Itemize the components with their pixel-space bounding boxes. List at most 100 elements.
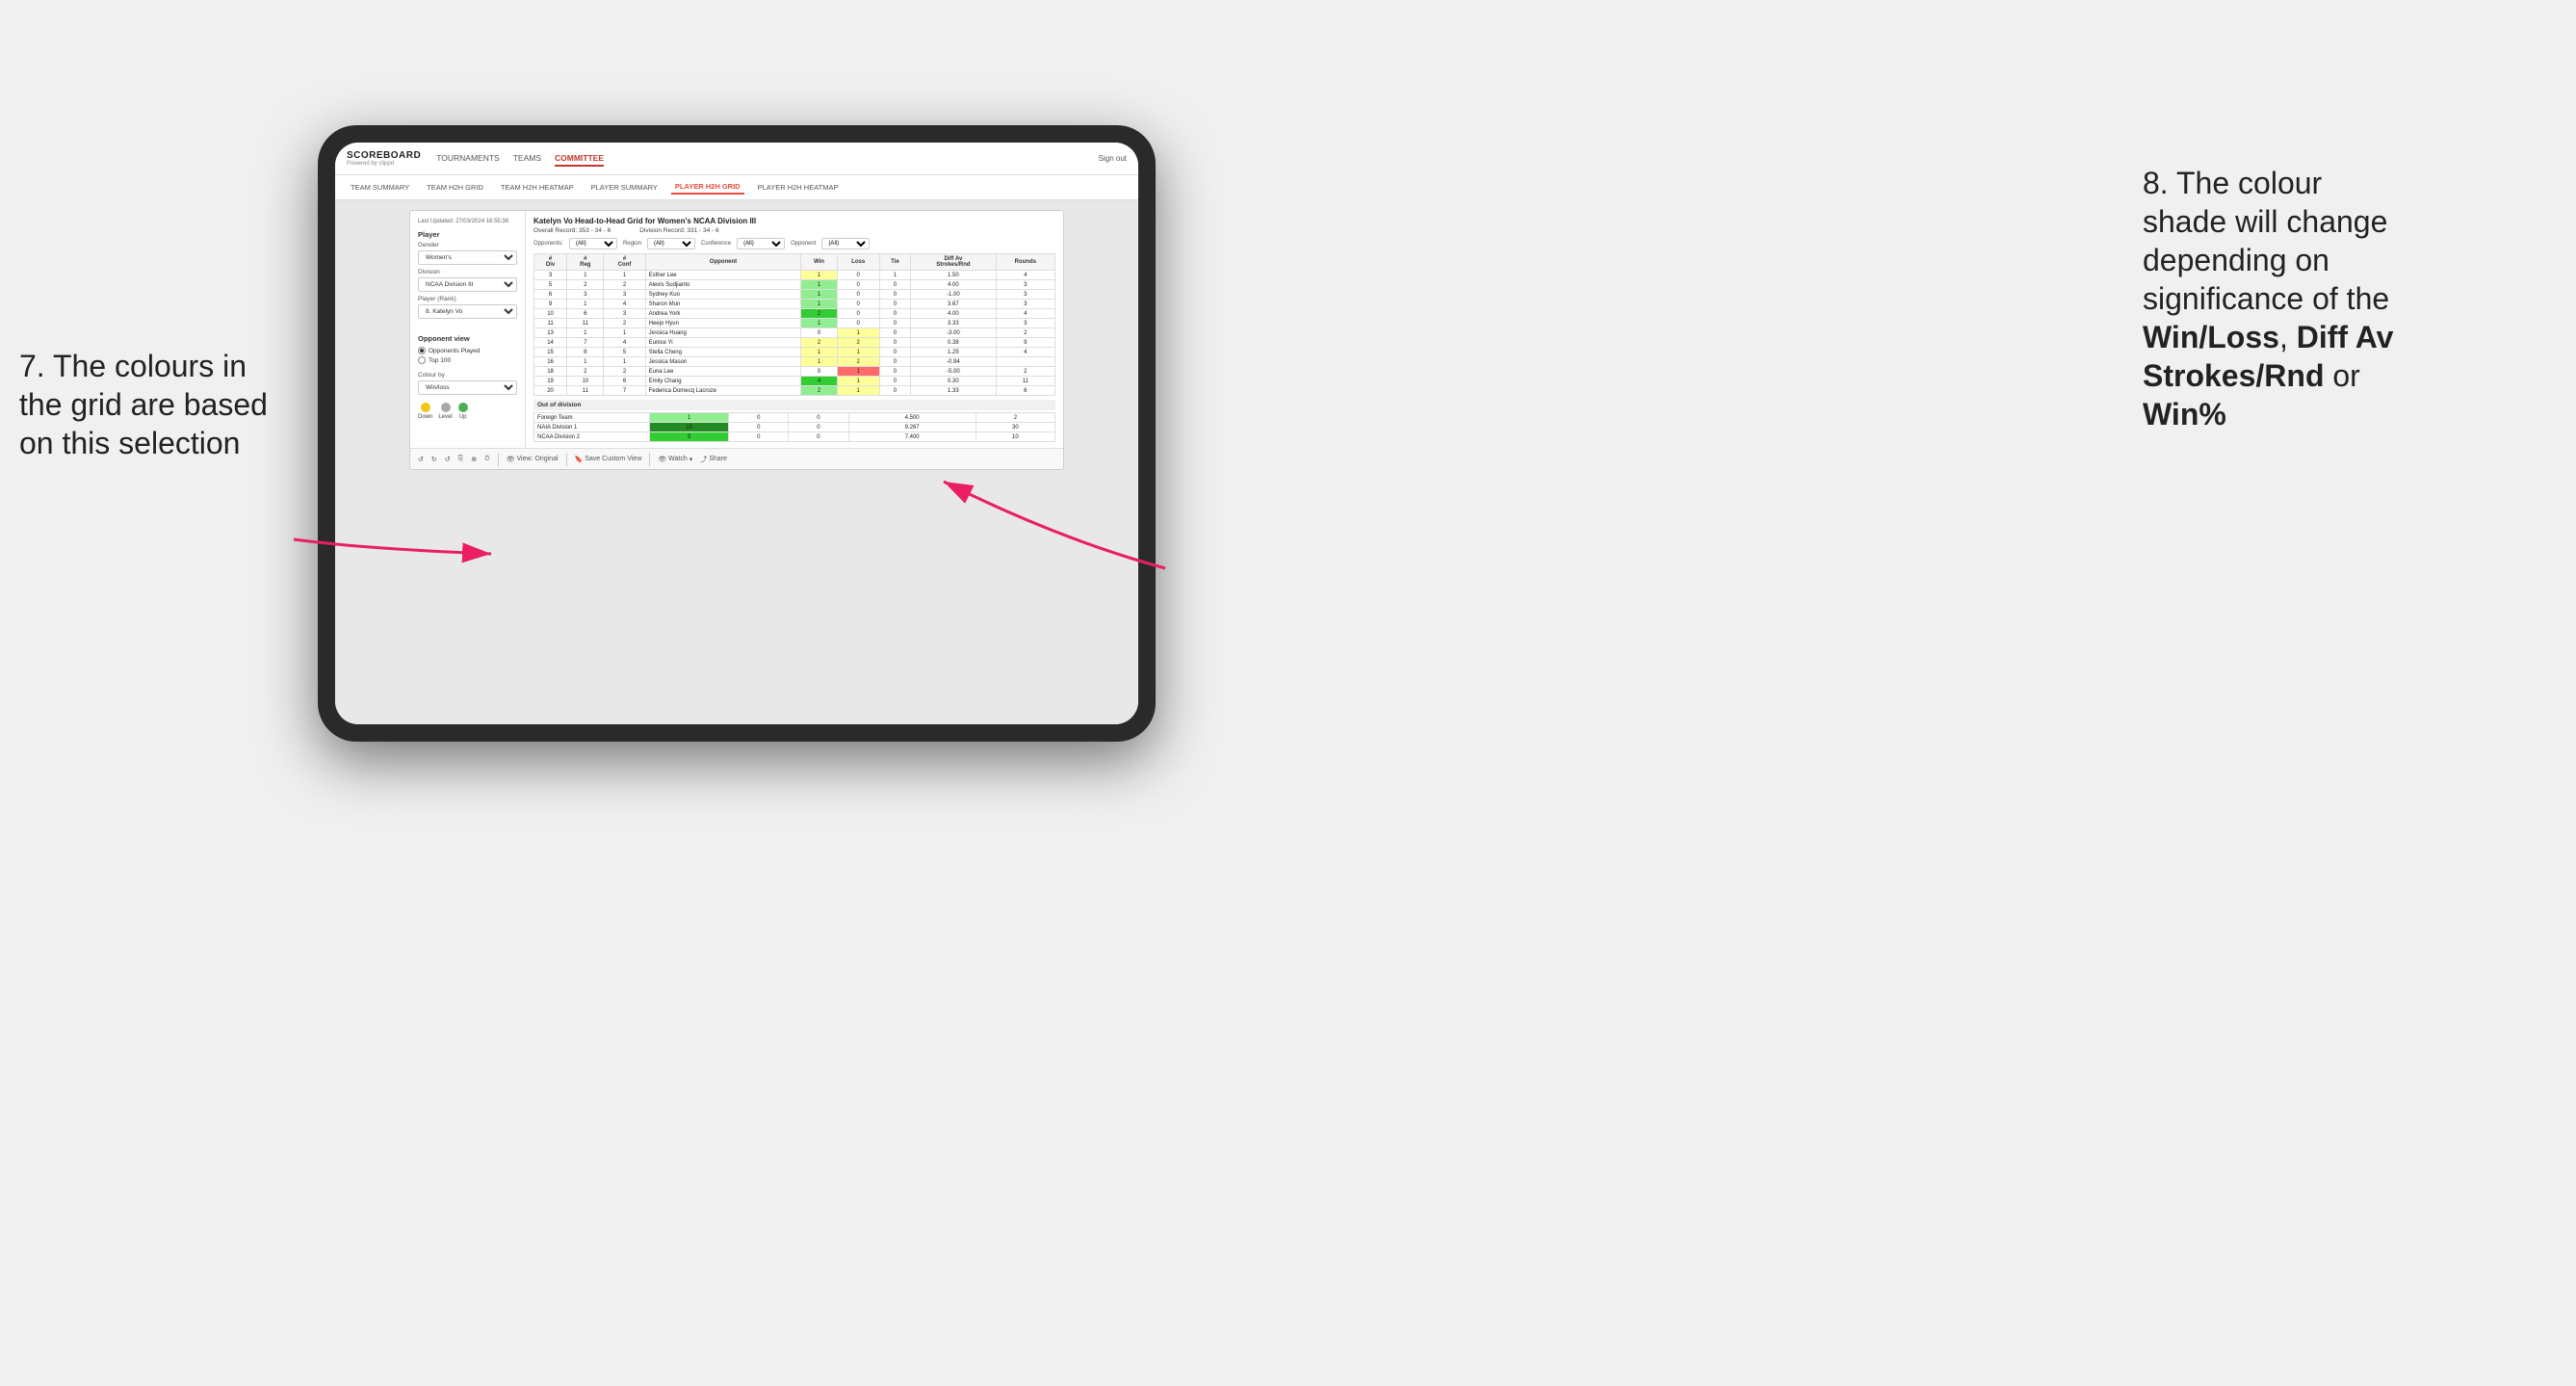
cell-opponent: Esther Lee	[645, 271, 801, 280]
radio-group: Opponents Played Top 100	[418, 347, 517, 364]
watch-btn[interactable]: 👁 Watch ▾	[658, 456, 692, 463]
ood-rounds: 10	[976, 432, 1054, 442]
cell-div: 18	[534, 367, 567, 377]
col-opponent: Opponent	[645, 254, 801, 271]
filter-row: Opponents: (All) Region (All) Conference…	[533, 238, 1055, 249]
annotation-right-bold2: Diff Av	[2297, 320, 2394, 354]
cell-diff: 4.00	[911, 309, 996, 319]
nav-committee[interactable]: COMMITTEE	[555, 151, 604, 167]
cell-rounds: 4	[996, 348, 1054, 357]
colour-legend: Down Level Up	[418, 403, 517, 420]
cell-tie: 0	[879, 309, 911, 319]
cell-conf: 6	[604, 377, 645, 386]
annotation-left-line3: on this selection	[19, 426, 240, 460]
cell-conf: 1	[604, 357, 645, 367]
paste-btn[interactable]: ⊕	[471, 456, 477, 463]
copy-btn[interactable]: ⎘	[458, 456, 464, 463]
cell-tie: 0	[879, 386, 911, 396]
nav-bar: SCOREBOARD Powered by clippd TOURNAMENTS…	[335, 143, 1138, 175]
redo2-btn[interactable]: ↺	[445, 456, 451, 463]
cell-reg: 1	[567, 328, 604, 338]
ood-win: 5	[650, 432, 729, 442]
cell-div: 14	[534, 338, 567, 348]
sub-nav-team-summary[interactable]: TEAM SUMMARY	[347, 181, 413, 194]
level-dot	[441, 403, 451, 412]
colour-by-select[interactable]: Win/loss	[418, 380, 517, 395]
sub-nav-player-h2h-grid[interactable]: PLAYER H2H GRID	[671, 180, 744, 195]
cell-div: 19	[534, 377, 567, 386]
cell-rounds: 9	[996, 338, 1054, 348]
cell-win: 1	[801, 271, 838, 280]
out-of-division-header: Out of division	[533, 400, 1055, 410]
nav-teams[interactable]: TEAMS	[513, 151, 541, 167]
col-div: #Div	[534, 254, 567, 271]
cell-loss: 0	[837, 280, 879, 290]
annotation-right-line1: 8. The colour	[2143, 166, 2322, 200]
cell-reg: 11	[567, 319, 604, 328]
cell-conf: 5	[604, 348, 645, 357]
out-of-division-table: Foreign Team 1 0 0 4.500 2 NAIA Division…	[533, 412, 1055, 442]
cell-tie: 0	[879, 338, 911, 348]
cell-win: 1	[801, 280, 838, 290]
save-custom-btn[interactable]: 🔖 Save Custom View	[575, 456, 642, 463]
sub-nav-team-h2h-grid[interactable]: TEAM H2H GRID	[423, 181, 487, 194]
cell-opponent: Eunice Yi	[645, 338, 801, 348]
radio-top100-circle	[418, 356, 426, 364]
annotation-right-line4: significance of the	[2143, 281, 2389, 316]
sub-nav-player-summary[interactable]: PLAYER SUMMARY	[587, 181, 662, 194]
cell-rounds: 2	[996, 367, 1054, 377]
view-original-btn[interactable]: 👁 View: Original	[507, 456, 559, 463]
ood-tie: 0	[789, 423, 848, 432]
clock-btn[interactable]: ⏱	[484, 456, 489, 463]
region-filter[interactable]: (All)	[647, 238, 695, 249]
table-row: 19 10 6 Emily Chang 4 1 0 0.30 11	[534, 377, 1055, 386]
ood-opponent: NAIA Division 1	[534, 423, 650, 432]
cell-opponent: Euna Lee	[645, 367, 801, 377]
cell-div: 10	[534, 309, 567, 319]
up-label: Up	[459, 414, 467, 420]
cell-win: 2	[801, 309, 838, 319]
table-row: 14 7 4 Eunice Yi 2 2 0 0.38 9	[534, 338, 1055, 348]
division-select[interactable]: NCAA Division III	[418, 277, 517, 292]
sub-nav: TEAM SUMMARY TEAM H2H GRID TEAM H2H HEAT…	[335, 175, 1138, 200]
cell-div: 3	[534, 271, 567, 280]
player-rank-select[interactable]: 8. Katelyn Vo	[418, 304, 517, 319]
nav-tournaments[interactable]: TOURNAMENTS	[436, 151, 500, 167]
ood-opponent: Foreign Team	[534, 413, 650, 423]
divider1	[498, 453, 499, 466]
bookmark-icon: 🔖	[575, 456, 584, 463]
cell-conf: 1	[604, 271, 645, 280]
radio-top100[interactable]: Top 100	[418, 356, 517, 364]
redo-btn[interactable]: ↻	[431, 456, 437, 463]
table-row: 18 2 2 Euna Lee 0 1 0 -5.00 2	[534, 367, 1055, 377]
watch-icon: 👁	[658, 456, 666, 463]
cell-reg: 1	[567, 271, 604, 280]
cell-rounds: 3	[996, 319, 1054, 328]
conference-filter[interactable]: (All)	[737, 238, 785, 249]
cell-tie: 1	[879, 271, 911, 280]
share-btn[interactable]: ⤴ Share	[700, 455, 727, 464]
opponent-filter[interactable]: (All)	[821, 238, 870, 249]
sub-nav-team-h2h-heatmap[interactable]: TEAM H2H HEATMAP	[497, 181, 578, 194]
cell-tie: 0	[879, 328, 911, 338]
cell-loss: 0	[837, 271, 879, 280]
cell-diff: 4.00	[911, 280, 996, 290]
dashboard: Last Updated: 27/03/2024 16:55:38 Player…	[409, 210, 1064, 470]
gender-select[interactable]: Women's	[418, 250, 517, 265]
divider2	[566, 453, 567, 466]
opponents-filter[interactable]: (All)	[569, 238, 617, 249]
ood-opponent: NCAA Division 2	[534, 432, 650, 442]
cell-tie: 0	[879, 348, 911, 357]
undo-btn[interactable]: ↺	[418, 456, 424, 463]
cell-win: 4	[801, 377, 838, 386]
cell-opponent: Sydney Kuo	[645, 290, 801, 300]
table-row: 9 1 4 Sharon Mun 1 0 0 3.67 3	[534, 300, 1055, 309]
cell-win: 2	[801, 338, 838, 348]
ood-table-row: NAIA Division 1 15 0 0 9.267 30	[534, 423, 1055, 432]
table-row: 5 2 2 Alexis Sudjianto 1 0 0 4.00 3	[534, 280, 1055, 290]
sub-nav-player-h2h-heatmap[interactable]: PLAYER H2H HEATMAP	[754, 181, 843, 194]
cell-conf: 2	[604, 319, 645, 328]
radio-opponents[interactable]: Opponents Played	[418, 347, 517, 354]
sign-out[interactable]: Sign out	[1099, 154, 1127, 163]
cell-conf: 4	[604, 300, 645, 309]
